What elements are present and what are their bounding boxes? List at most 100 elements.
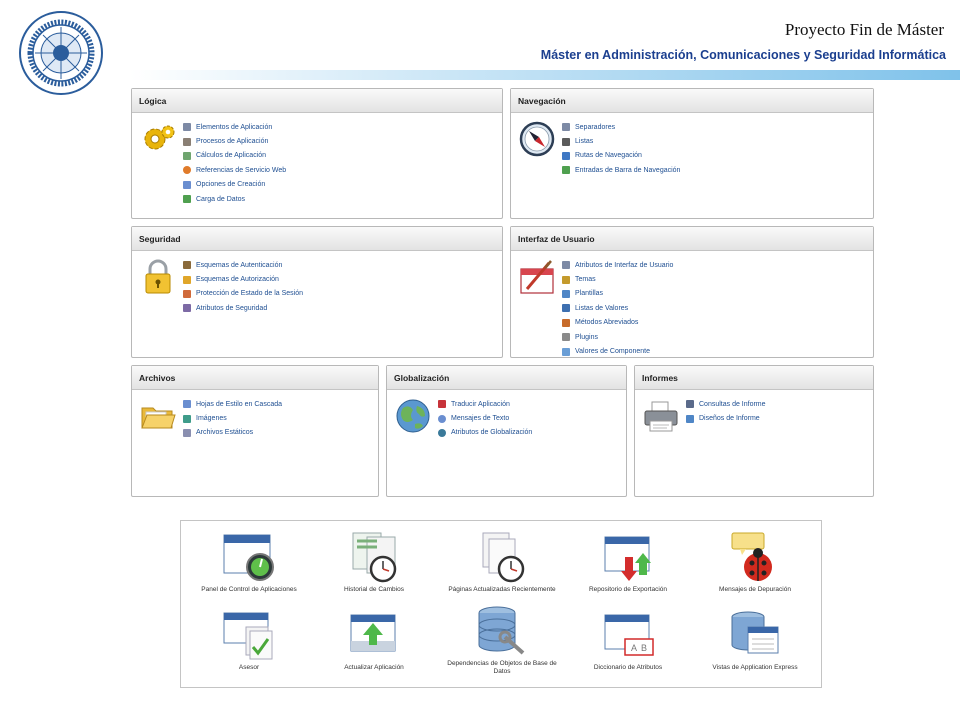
list-of-values-icon (562, 304, 570, 313)
static-file-icon (183, 428, 191, 437)
dashboard-asesor[interactable]: Asesor (194, 609, 304, 672)
menu-item-listas[interactable]: Listas (562, 134, 680, 148)
panel-navegacion: Navegación Separadores Listas Rutas de N… (510, 88, 874, 219)
menu-item-temas[interactable]: Temas (562, 272, 673, 286)
upgrade-application-icon (350, 614, 396, 652)
menu-item-metodos-abreviados[interactable]: Métodos Abreviados (562, 316, 673, 330)
menu-item-traducir[interactable]: Traducir Aplicación (438, 397, 532, 411)
change-history-icon (352, 532, 397, 583)
menu-item-calculos[interactable]: Cálculos de Aplicación (183, 149, 286, 163)
panel-seguridad: Seguridad Esquemas de Autenticación Esqu… (131, 226, 503, 358)
panel-title: Informes (635, 366, 873, 390)
menu-item-plugins[interactable]: Plugins (562, 330, 673, 344)
process-icon (183, 137, 191, 146)
breadcrumb-icon (562, 151, 570, 160)
master-title: Máster en Administración, Comunicaciones… (540, 48, 946, 62)
menu-item-proteccion-sesion[interactable]: Protección de Estado de la Sesión (183, 287, 303, 301)
data-load-icon (183, 195, 191, 204)
items-icon (183, 123, 191, 132)
authorization-icon (183, 275, 191, 284)
panel-logica: Lógica Elementos de Aplicación Procesos … (131, 88, 503, 219)
padlock-icon (145, 259, 171, 294)
paint-window-icon (520, 260, 554, 294)
dashboard-vistas-apex[interactable]: Vistas de Application Express (700, 609, 810, 672)
panel-title: Globalización (387, 366, 626, 390)
svg-text:A: A (631, 643, 637, 653)
plugin-icon (562, 333, 570, 342)
authentication-icon (183, 261, 191, 270)
report-query-icon (686, 400, 694, 409)
header-gradient-bar (130, 70, 960, 80)
templates-icon (562, 289, 570, 298)
menu-item-plantillas[interactable]: Plantillas (562, 287, 673, 301)
dashboard-repositorio-exportacion[interactable]: Repositorio de Exportación (573, 531, 683, 594)
menu-item-barra-navegacion[interactable]: Entradas de Barra de Navegación (562, 163, 680, 177)
menu-item-mensajes-texto[interactable]: Mensajes de Texto (438, 411, 532, 425)
menu-item-rutas[interactable]: Rutas de Navegación (562, 149, 680, 163)
panel-archivos: Archivos Hojas de Estilo en Cascada Imág… (131, 365, 379, 497)
themes-icon (562, 275, 570, 284)
compass-icon (519, 121, 555, 157)
panel-title: Lógica (132, 89, 502, 113)
nav-bar-icon (562, 166, 570, 175)
menu-item-listas-valores[interactable]: Listas de Valores (562, 301, 673, 315)
menu-item-archivos-estaticos[interactable]: Archivos Estáticos (183, 426, 282, 440)
panel-interfaz: Interfaz de Usuario Atributos de Interfa… (510, 226, 874, 358)
list-icon (562, 137, 570, 146)
text-messages-icon (438, 414, 446, 423)
database-dependencies-icon (478, 606, 525, 655)
menu-item-carga-datos[interactable]: Carga de Datos (183, 192, 286, 206)
folder-icon (141, 407, 176, 429)
dashboard-paginas-actualizadas[interactable]: Páginas Actualizadas Recientemente (447, 531, 557, 594)
panel-title: Seguridad (132, 227, 502, 251)
panel-globalizacion: Globalización Traducir Aplicación Mensaj… (386, 365, 627, 497)
menu-item-atributos-globalizacion[interactable]: Atributos de Globalización (438, 426, 532, 440)
menu-item-valores-componente[interactable]: Valores de Componente (562, 344, 673, 358)
dashboard-actualizar-aplicacion[interactable]: Actualizar Aplicación (319, 609, 429, 672)
printer-icon (644, 401, 678, 432)
panel-title: Navegación (511, 89, 873, 113)
dashboard-historial-cambios[interactable]: Historial de Cambios (319, 531, 429, 594)
menu-item-autorizacion[interactable]: Esquemas de Autorización (183, 272, 303, 286)
calculator-icon (183, 151, 191, 160)
gears-icon (144, 125, 175, 150)
globalization-attributes-icon (438, 428, 446, 437)
menu-item-atributos-seguridad[interactable]: Atributos de Seguridad (183, 301, 303, 315)
ui-attributes-icon (562, 261, 570, 270)
security-attributes-icon (183, 304, 191, 313)
globe-icon (396, 399, 430, 433)
menu-item-atributos-interfaz[interactable]: Atributos de Interfaz de Usuario (562, 258, 673, 272)
tabs-icon (562, 123, 570, 132)
component-settings-icon (562, 347, 570, 356)
svg-text:B: B (641, 643, 647, 653)
project-title: Proyecto Fin de Máster (784, 20, 944, 39)
menu-item-imagenes[interactable]: Imágenes (183, 411, 282, 425)
advisor-icon (223, 612, 273, 660)
menu-item-opciones-creacion[interactable]: Opciones de Creación (183, 178, 286, 192)
university-seal-logo (19, 11, 103, 95)
menu-item-servicio-web[interactable]: Referencias de Servicio Web (183, 163, 286, 177)
dashboard-mensajes-depuracion[interactable]: Mensajes de Depuración (700, 531, 810, 594)
session-protection-icon (183, 289, 191, 298)
translate-icon (438, 400, 446, 409)
shortcuts-icon (562, 318, 570, 327)
menu-item-disenos-informe[interactable]: Diseños de Informe (686, 411, 766, 425)
menu-item-autenticacion[interactable]: Esquemas de Autenticación (183, 258, 303, 272)
report-layout-icon (686, 414, 694, 423)
attribute-dictionary-icon: A B (604, 614, 654, 656)
menu-item-hojas-estilo[interactable]: Hojas de Estilo en Cascada (183, 397, 282, 411)
panel-title: Archivos (132, 366, 378, 390)
build-options-icon (183, 180, 191, 189)
dashboard-dependencias-objetos[interactable]: Dependencias de Objetos de Base de Datos (447, 605, 557, 675)
menu-item-separadores[interactable]: Separadores (562, 120, 680, 134)
export-repository-icon (604, 536, 651, 581)
dashboard-panel-control[interactable]: Panel de Control de Aplicaciones (194, 531, 304, 594)
panel-title: Interfaz de Usuario (511, 227, 873, 251)
dashboard-diccionario-atributos[interactable]: A B Diccionario de Atributos (573, 609, 683, 672)
app-dashboard-icon (223, 534, 274, 581)
recent-pages-icon (482, 532, 525, 583)
menu-item-elementos[interactable]: Elementos de Aplicación (183, 120, 286, 134)
menu-item-procesos[interactable]: Procesos de Aplicación (183, 134, 286, 148)
panel-informes: Informes Consultas de Informe Diseños de… (634, 365, 874, 497)
menu-item-consultas-informe[interactable]: Consultas de Informe (686, 397, 766, 411)
